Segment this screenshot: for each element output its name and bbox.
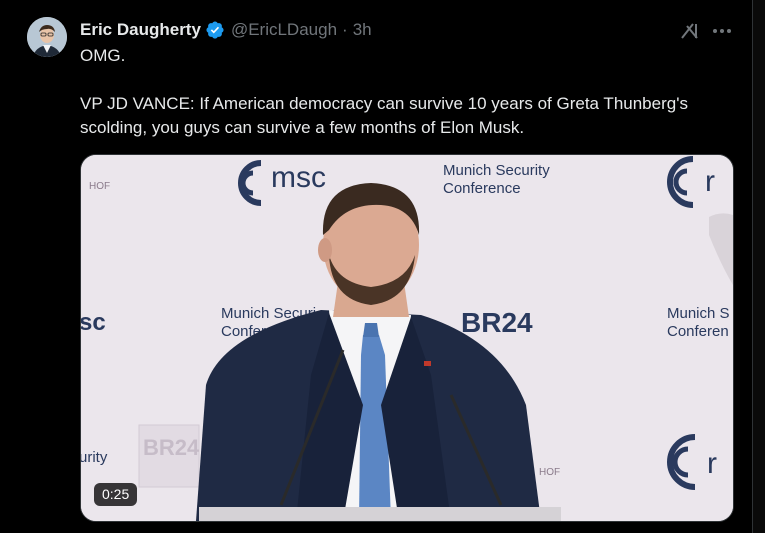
br24-watermark: BR24 xyxy=(143,435,200,460)
br24-logo: BR24 xyxy=(461,307,533,338)
msc-partial-left: sc xyxy=(81,309,106,336)
video-frame: msc HOF Munich Security Conference r sc … xyxy=(81,155,733,521)
video-player[interactable]: msc HOF Munich Security Conference r sc … xyxy=(80,154,734,522)
author-name[interactable]: Eric Daugherty xyxy=(80,20,201,40)
hof-right-text: HOF xyxy=(539,467,560,478)
more-options-icon[interactable] xyxy=(710,20,734,42)
scrollbar[interactable] xyxy=(753,0,765,533)
avatar[interactable] xyxy=(27,17,67,57)
avatar-image xyxy=(27,17,67,57)
video-duration-badge: 0:25 xyxy=(94,483,138,506)
post-text-line-1: OMG. xyxy=(80,46,126,65)
post-header: Eric Daugherty @EricLDaugh · 3h xyxy=(80,19,372,41)
author-handle[interactable]: @EricLDaugh xyxy=(231,20,337,40)
hof-left-text: HOF xyxy=(89,181,110,192)
post-timestamp[interactable]: 3h xyxy=(353,20,372,40)
separator-dot: · xyxy=(342,20,348,39)
msc-partial-right-top: r xyxy=(705,165,715,198)
conference-title-line-1: Munich Security xyxy=(443,162,550,179)
msc-logo-text: msc xyxy=(271,161,326,194)
grok-icon[interactable] xyxy=(679,20,701,42)
msc-partial-right-bottom: r xyxy=(707,447,717,480)
post-text-line-2: VP JD VANCE: If American democracy can s… xyxy=(80,94,688,137)
post-text: OMG. VP JD VANCE: If American democracy … xyxy=(80,44,730,140)
conference-right-line-1: Munich S xyxy=(667,305,730,322)
conference-title-line-2: Conference xyxy=(443,180,521,197)
conference-right-line-2: Conferen xyxy=(667,323,729,340)
verified-badge-icon xyxy=(205,20,225,40)
urity-text: urity xyxy=(81,449,108,466)
